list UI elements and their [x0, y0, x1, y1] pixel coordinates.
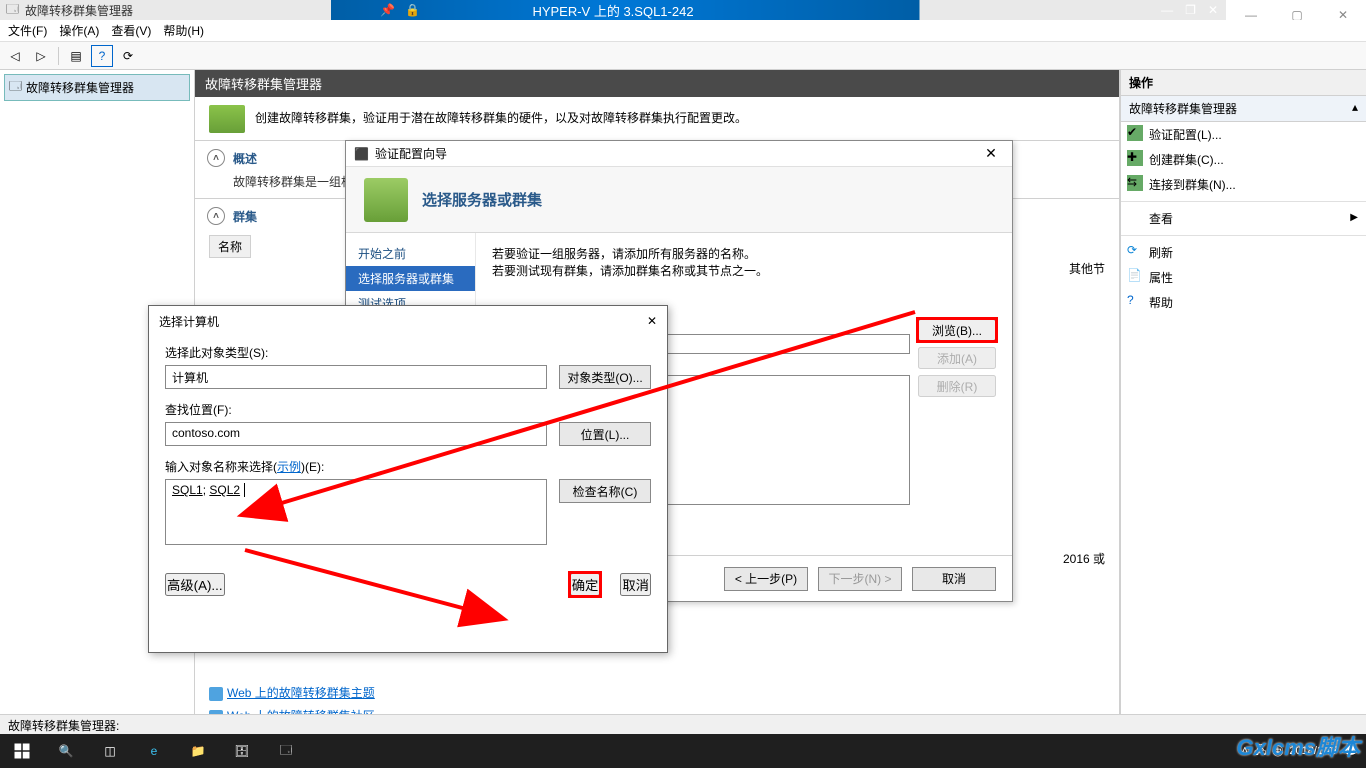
- status-bar: 故障转移群集管理器:: [0, 714, 1366, 734]
- actions-subheader: 故障转移群集管理器 ▴: [1121, 96, 1366, 122]
- prev-button[interactable]: < 上一步(P): [724, 567, 808, 591]
- actions-header: 操作: [1121, 70, 1366, 96]
- back-button[interactable]: ◁: [4, 45, 26, 67]
- menu-view[interactable]: 查看(V): [111, 22, 151, 39]
- names-label: 输入对象名称来选择(示例)(E):: [165, 458, 651, 475]
- pin-icon[interactable]: 📌: [380, 3, 395, 17]
- center-description: 创建故障转移群集，验证用于潜在故障转移群集的硬件，以及对故障转移群集执行配置更改…: [195, 97, 1119, 141]
- add-button: 添加(A): [918, 347, 996, 369]
- server-manager-icon[interactable]: 🗄: [220, 734, 264, 768]
- ok-button[interactable]: 确定: [570, 573, 601, 596]
- wizard-icon: ⬛: [354, 147, 369, 161]
- toolbar: ◁ ▷ ▤ ? ⟳: [0, 42, 1366, 70]
- globe-icon: [209, 687, 223, 701]
- vm-titlebar: 🗔 故障转移群集管理器 📌 🔒 HYPER-V 上的 3.SQL1-242 — …: [0, 0, 1226, 20]
- cancel-button[interactable]: 取消: [912, 567, 996, 591]
- overview-title: 概述: [233, 150, 257, 167]
- menu-help[interactable]: 帮助(H): [163, 22, 204, 39]
- action-connect[interactable]: ⇆连接到群集(N)...: [1121, 172, 1366, 197]
- watermark: Gxlcms脚本: [1237, 730, 1361, 762]
- vm-minimize-button[interactable]: —: [1161, 3, 1173, 17]
- check-names-button[interactable]: 检查名称(C): [559, 479, 651, 503]
- actions-subheader-label: 故障转移群集管理器: [1129, 100, 1237, 117]
- tree-root-label: 故障转移群集管理器: [26, 79, 134, 96]
- selcomp-close-button[interactable]: ✕: [647, 314, 657, 328]
- task-view-button[interactable]: ◫: [88, 734, 132, 768]
- cluster-icon: [209, 105, 245, 133]
- action-view[interactable]: 查看▶: [1121, 206, 1366, 231]
- wizard-titlebar: ⬛ 验证配置向导 ✕: [346, 141, 1012, 167]
- menu-action[interactable]: 操作(A): [59, 22, 99, 39]
- note-tail: 2016 或: [1063, 550, 1105, 567]
- tree-icon: 🗔: [9, 77, 22, 98]
- wizard-banner-title: 选择服务器或群集: [422, 189, 542, 210]
- banner-icon: [364, 178, 408, 222]
- location-field: contoso.com: [165, 422, 547, 446]
- center-header: 故障转移群集管理器: [195, 70, 1119, 97]
- start-button[interactable]: [0, 734, 44, 768]
- vm-title: HYPER-V 上的 3.SQL1-242: [532, 1, 693, 20]
- wizard-title: 验证配置向导: [375, 145, 447, 162]
- clusters-title: 群集: [233, 208, 257, 225]
- center-desc-text: 创建故障转移群集，验证用于潜在故障转移群集的硬件，以及对故障转移群集执行配置更改…: [255, 111, 747, 125]
- other-tail: 其他节: [1069, 260, 1105, 277]
- action-validate[interactable]: ✔验证配置(L)...: [1121, 122, 1366, 147]
- object-type-label: 选择此对象类型(S):: [165, 344, 651, 361]
- actions-panel: 操作 故障转移群集管理器 ▴ ✔验证配置(L)... ✚创建群集(C)... ⇆…: [1120, 70, 1366, 734]
- app-icon: 🗔: [6, 0, 19, 21]
- link-topic[interactable]: Web 上的故障转移群集主题: [227, 686, 375, 700]
- wizard-close-button[interactable]: ✕: [978, 145, 1004, 162]
- menubar: 文件(F) 操作(A) 查看(V) 帮助(H): [0, 20, 1366, 42]
- selcomp-titlebar: 选择计算机 ✕: [149, 306, 667, 336]
- example-link[interactable]: 示例: [277, 460, 301, 474]
- toolbar-refresh-button[interactable]: ⟳: [117, 45, 139, 67]
- wizard-instruction-1: 若要验证一组服务器，请添加所有服务器的名称。: [492, 245, 996, 262]
- browse-button[interactable]: 浏览(B)...: [918, 319, 996, 341]
- action-help[interactable]: ?帮助: [1121, 290, 1366, 315]
- menu-file[interactable]: 文件(F): [8, 22, 47, 39]
- step-before[interactable]: 开始之前: [346, 241, 475, 266]
- next-button: 下一步(N) >: [818, 567, 902, 591]
- search-button[interactable]: 🔍: [44, 734, 88, 768]
- remove-button: 删除(R): [918, 375, 996, 397]
- action-refresh[interactable]: ⟳刷新: [1121, 240, 1366, 265]
- cluster-manager-icon[interactable]: 🗔: [264, 734, 308, 768]
- object-types-button[interactable]: 对象类型(O)...: [559, 365, 651, 389]
- wizard-instruction-2: 若要测试现有群集，请添加群集名称或其节点之一。: [492, 262, 996, 279]
- locations-button[interactable]: 位置(L)...: [559, 422, 651, 446]
- taskbar: 🔍 ◫ e 📁 🗄 🗔 ˄ 🖧 ㊥ 2018/1/27 💬: [0, 734, 1366, 768]
- lock-icon[interactable]: 🔒: [405, 3, 420, 17]
- advanced-button[interactable]: 高级(A)...: [165, 573, 225, 596]
- cancel-button[interactable]: 取消: [620, 573, 651, 596]
- clusters-col-name[interactable]: 名称: [209, 235, 251, 258]
- forward-button[interactable]: ▷: [30, 45, 52, 67]
- tree-root[interactable]: 🗔 故障转移群集管理器: [4, 74, 190, 101]
- object-type-field: 计算机: [165, 365, 547, 389]
- app-title: 故障转移群集管理器: [25, 2, 133, 19]
- location-label: 查找位置(F):: [165, 401, 651, 418]
- select-computers-dialog: 选择计算机 ✕ 选择此对象类型(S): 计算机 对象类型(O)... 查找位置(…: [148, 305, 668, 653]
- wizard-banner: 选择服务器或群集: [346, 167, 1012, 233]
- toolbar-help-button[interactable]: ?: [91, 45, 113, 67]
- ie-icon[interactable]: e: [132, 734, 176, 768]
- vm-close-button[interactable]: ✕: [1208, 3, 1218, 17]
- clusters-table: 名称: [207, 233, 253, 260]
- toolbar-pane-button[interactable]: ▤: [65, 45, 87, 67]
- selcomp-title: 选择计算机: [159, 313, 219, 330]
- collapse-icon[interactable]: ˄: [207, 207, 225, 225]
- collapse-icon[interactable]: ▴: [1352, 100, 1358, 117]
- step-select[interactable]: 选择服务器或群集: [346, 266, 475, 291]
- action-create[interactable]: ✚创建群集(C)...: [1121, 147, 1366, 172]
- object-names-input[interactable]: SQL1; SQL2: [165, 479, 547, 545]
- action-properties[interactable]: 📄属性: [1121, 265, 1366, 290]
- explorer-icon[interactable]: 📁: [176, 734, 220, 768]
- vm-restore-button[interactable]: ❐: [1185, 3, 1196, 17]
- collapse-icon[interactable]: ˄: [207, 149, 225, 167]
